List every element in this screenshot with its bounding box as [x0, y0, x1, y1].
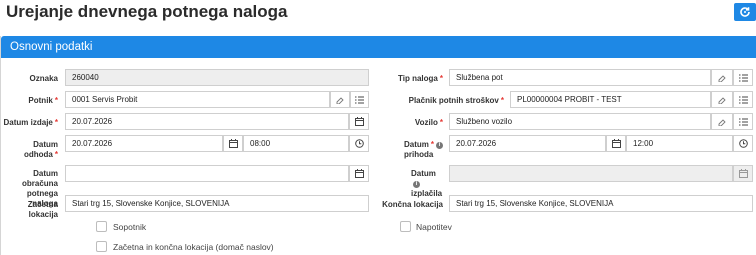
clock-icon: [738, 139, 748, 148]
calendar-icon: [354, 117, 364, 126]
datum-prihoda-calendar-button[interactable]: [606, 135, 626, 152]
datum-obracuna-field[interactable]: [65, 165, 349, 182]
calendar-icon: [354, 169, 364, 178]
datum-izdaje-field[interactable]: 20.07.2026: [65, 113, 349, 130]
datum-izdaje-label: Datum izdaje *: [3, 118, 58, 127]
list-icon: [738, 117, 748, 126]
eraser-icon: [718, 74, 726, 82]
datum-izplacila-calendar-button: [733, 165, 753, 182]
list-icon: [738, 95, 748, 104]
eraser-icon: [336, 96, 344, 104]
potnik-field[interactable]: 0001 Servis Probit: [65, 91, 330, 108]
napotitev-checkbox[interactable]: [400, 221, 411, 232]
napotitev-label: Napotitev: [416, 222, 452, 232]
zacetna-lokacija-label: Začetna lokacija: [27, 200, 58, 219]
eraser-icon: [718, 118, 726, 126]
zacetna-koncna-label: Začetna in končna lokacija (domač naslov…: [113, 242, 274, 252]
koncna-lokacija-field[interactable]: Stari trg 15, Slovenske Konjice, SLOVENI…: [449, 195, 753, 212]
refresh-icon: [740, 7, 750, 17]
datum-prihoda-date-field[interactable]: 20.07.2026: [449, 135, 606, 152]
datum-odhoda-clock-button[interactable]: [349, 135, 369, 152]
potnik-list-button[interactable]: [350, 91, 369, 108]
list-icon: [355, 95, 364, 104]
sopotnik-label: Sopotnik: [113, 222, 147, 232]
calendar-icon: [611, 139, 621, 148]
tip-naloga-list-button[interactable]: [733, 69, 753, 86]
calendar-icon: [228, 139, 238, 148]
koncna-lokacija-label: Končna lokacija: [382, 200, 443, 209]
datum-izdaje-calendar-button[interactable]: [349, 113, 369, 130]
info-icon: i: [413, 181, 420, 188]
vozilo-label: Vozilo *: [414, 118, 443, 127]
datum-prihoda-clock-button[interactable]: [733, 135, 753, 152]
tip-naloga-label: Tip naloga *: [398, 74, 443, 83]
zacetna-koncna-checkbox[interactable]: [96, 241, 107, 252]
vozilo-clear-button[interactable]: [711, 113, 733, 130]
tip-naloga-field[interactable]: Službena pot: [449, 69, 711, 86]
datum-odhoda-date-field[interactable]: 20.07.2026: [65, 135, 223, 152]
vozilo-field[interactable]: Službeno vozilo: [449, 113, 711, 130]
tip-naloga-clear-button[interactable]: [711, 69, 733, 86]
clock-icon: [354, 139, 364, 148]
datum-odhoda-label: Datum odhoda *: [23, 140, 58, 159]
datum-prihoda-time-field[interactable]: 12:00: [626, 135, 733, 152]
datum-odhoda-time-field[interactable]: 08:00: [243, 135, 349, 152]
eraser-icon: [718, 96, 726, 104]
potnik-clear-button[interactable]: [330, 91, 350, 108]
refresh-button[interactable]: [734, 3, 756, 21]
oznaka-label: Oznaka: [29, 74, 58, 83]
placnik-clear-button[interactable]: [711, 91, 733, 108]
placnik-field[interactable]: PL00000004 PROBIT - TEST: [510, 91, 711, 108]
datum-odhoda-calendar-button[interactable]: [223, 135, 243, 152]
datum-prihoda-label: Datum * i prihoda: [380, 140, 444, 160]
calendar-icon: [738, 169, 748, 178]
placnik-label: Plačnik potnih stroškov *: [408, 96, 504, 105]
section-title: Osnovni podatki: [1, 36, 756, 58]
list-icon: [738, 73, 748, 82]
datum-izplacila-field: [449, 165, 733, 182]
page-title: Urejanje dnevnega potnega naloga: [6, 2, 288, 21]
oznaka-field: 260040: [65, 69, 369, 86]
sopotnik-checkbox[interactable]: [96, 221, 107, 232]
info-icon: i: [436, 142, 444, 149]
placnik-list-button[interactable]: [733, 91, 753, 108]
potnik-label: Potnik *: [28, 96, 58, 105]
datum-izplacila-label: Datumi izplačila: [411, 169, 443, 198]
vozilo-list-button[interactable]: [733, 113, 753, 130]
datum-obracuna-calendar-button[interactable]: [349, 165, 369, 182]
zacetna-lokacija-field[interactable]: Stari trg 15, Slovenske Konjice, SLOVENI…: [65, 195, 369, 212]
